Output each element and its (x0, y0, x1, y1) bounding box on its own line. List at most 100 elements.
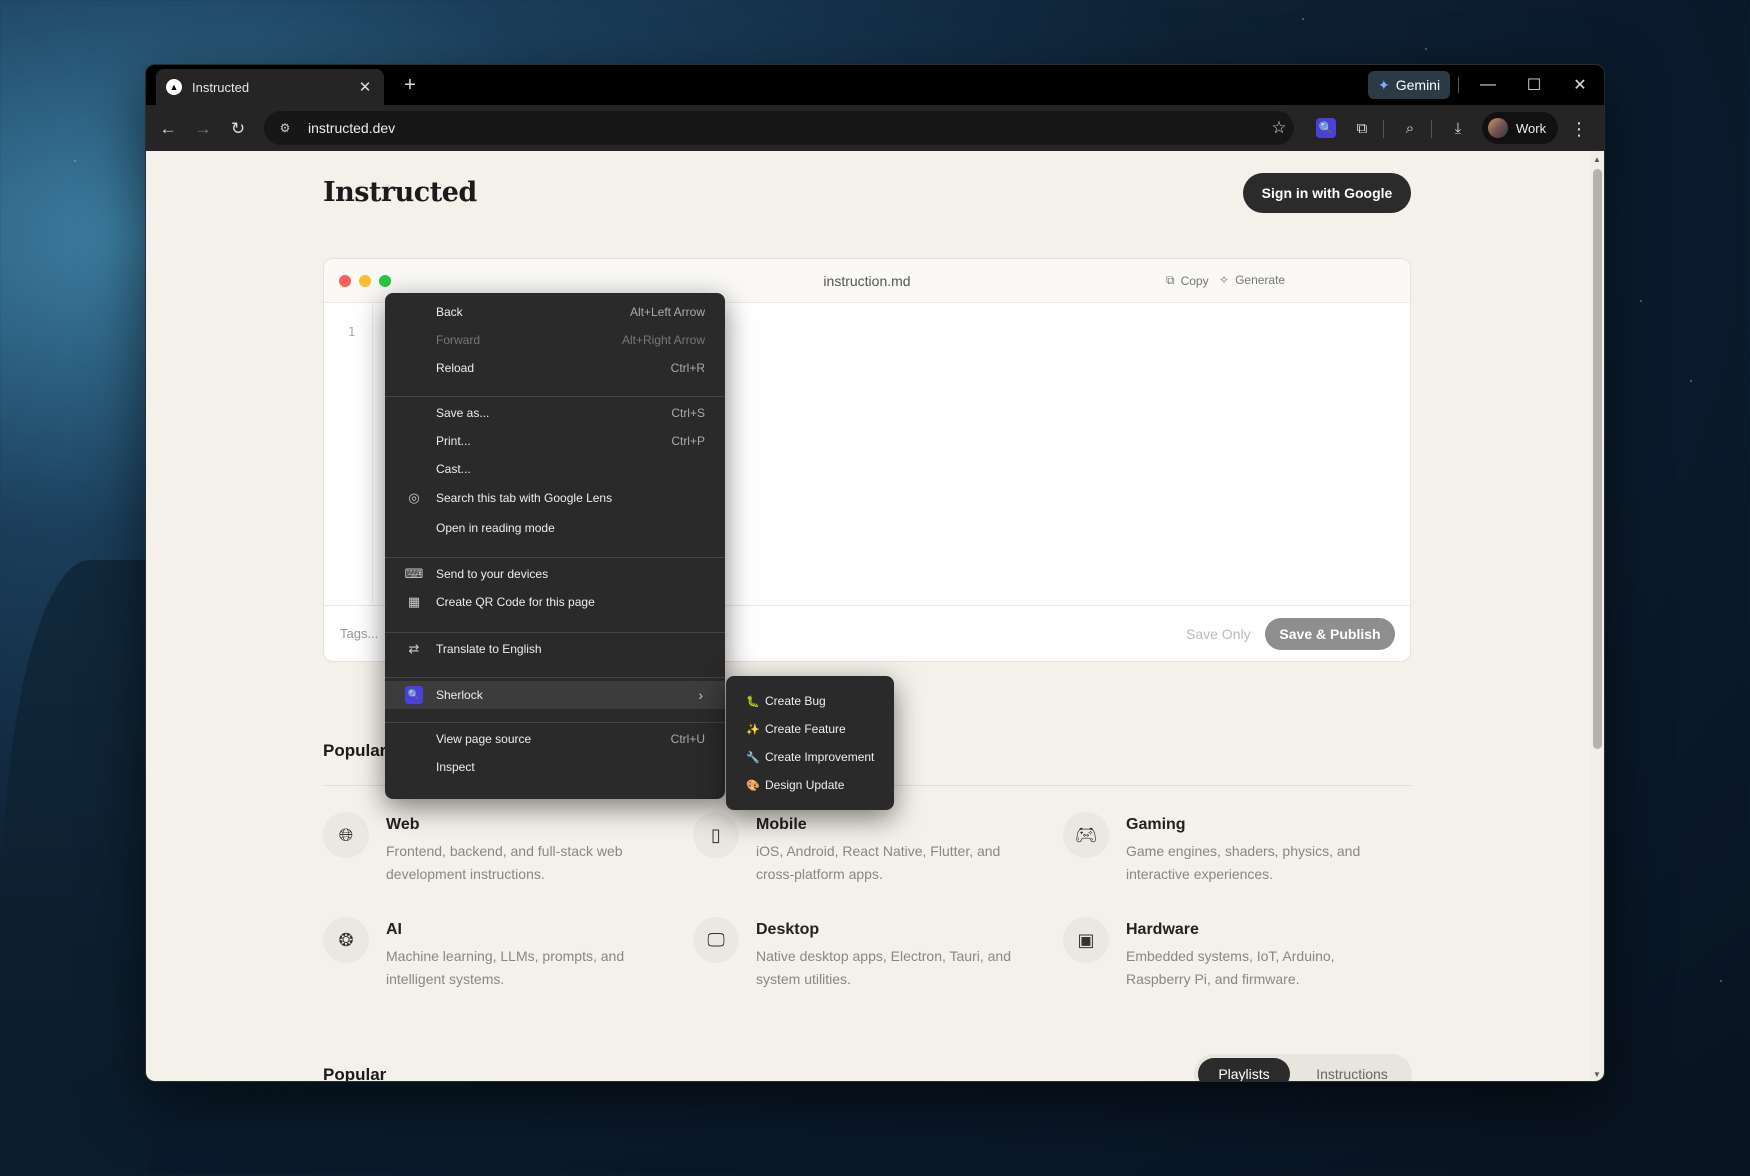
new-tab-button[interactable]: + (398, 73, 422, 97)
menu-item-label: Cast... (436, 462, 471, 476)
close-window-button[interactable]: ✕ (1560, 71, 1600, 99)
scroll-down-arrow-icon[interactable]: ▼ (1593, 1070, 1601, 1079)
tabstrip-divider (1458, 77, 1459, 93)
menu-item-inspect[interactable]: Inspect (385, 754, 725, 780)
translate-icon: ⇄ (408, 641, 420, 656)
toggle-playlists[interactable]: Playlists (1198, 1058, 1290, 1081)
forward-button[interactable]: → (189, 115, 217, 143)
menu-item-label: Translate to English (436, 642, 542, 656)
minimize-button[interactable]: — (1468, 71, 1508, 99)
menu-item-reload[interactable]: Reload Ctrl+R (385, 355, 725, 381)
gemini-sparkle-icon: ✦ (1378, 76, 1390, 93)
scrollbar-thumb[interactable] (1593, 169, 1602, 749)
toggle-instructions[interactable]: Instructions (1298, 1058, 1406, 1081)
menu-item-label: Reload (436, 361, 475, 375)
menu-item-view-source[interactable]: View page source Ctrl+U (385, 726, 725, 752)
category-web[interactable]: 🌐︎ Web Frontend, backend, and full-stack… (323, 812, 663, 892)
qr-code-icon: ▦ (407, 594, 421, 609)
site-logo[interactable]: Instructed (323, 177, 477, 208)
submenu-item-create-improvement[interactable]: 🔧 Create Improvement (726, 744, 894, 770)
tab-instructed[interactable]: ▲ Instructed ✕ (156, 69, 384, 105)
menu-item-label: Inspect (436, 760, 475, 774)
maximize-button[interactable]: ☐ (1514, 71, 1554, 99)
menu-item-send-to-devices[interactable]: ⌨ Send to your devices (385, 561, 725, 587)
menu-item-qr-code[interactable]: ▦ Create QR Code for this page (385, 589, 725, 615)
chip-icon: ▣ (1063, 917, 1109, 963)
back-button[interactable]: ← (154, 115, 182, 143)
submenu-item-create-feature[interactable]: ✨ Create Feature (726, 716, 894, 742)
site-settings-icon[interactable]: ⚙ (274, 117, 296, 139)
sparkles-icon: ✨ (746, 723, 760, 736)
copy-button[interactable]: ⧉ Copy (1166, 273, 1209, 288)
sign-in-google-button[interactable]: Sign in with Google (1243, 173, 1411, 213)
reload-button[interactable]: ↻ (224, 115, 252, 143)
save-only-button[interactable]: Save Only (1186, 626, 1251, 642)
tags-input[interactable]: Tags... (340, 626, 378, 641)
browser-menu-icon[interactable]: ⋮ (1566, 115, 1592, 143)
bookmark-star-icon[interactable]: ☆ (1264, 118, 1294, 138)
category-name: Gaming (1126, 816, 1186, 833)
phone-icon: ▯ (693, 812, 739, 858)
category-name: Mobile (756, 816, 807, 833)
profile-button[interactable]: Work (1482, 112, 1559, 144)
menu-item-google-lens[interactable]: ◎ Search this tab with Google Lens (385, 485, 725, 511)
extensions-puzzle-icon[interactable]: ⧉ (1348, 114, 1376, 142)
context-menu: Back Alt+Left Arrow Forward Alt+Right Ar… (385, 293, 725, 799)
menu-item-cast[interactable]: Cast... (385, 456, 725, 482)
page-content: Instructed Sign in with Google instructi… (146, 151, 1589, 1081)
menu-item-print[interactable]: Print... Ctrl+P (385, 428, 725, 454)
submenu-item-create-bug[interactable]: 🐛 Create Bug (726, 688, 894, 714)
menu-item-forward[interactable]: Forward Alt+Right Arrow (385, 327, 725, 353)
tab-search-icon[interactable]: ⌕ (1396, 114, 1424, 142)
category-gaming[interactable]: 🎮︎ Gaming Game engines, shaders, physics… (1063, 812, 1403, 892)
copy-icon: ⧉ (1166, 273, 1175, 287)
menu-item-label: View page source (436, 732, 532, 746)
gemini-button[interactable]: ✦ Gemini (1368, 71, 1451, 99)
close-tab-icon[interactable]: ✕ (356, 78, 374, 96)
copy-label: Copy (1180, 273, 1209, 288)
generate-label: Generate (1235, 273, 1286, 287)
category-ai[interactable]: ❂ AI Machine learning, LLMs, prompts, an… (323, 917, 663, 997)
menu-item-label: Create QR Code for this page (436, 595, 595, 609)
wrench-icon: 🔧 (746, 751, 760, 764)
menu-separator (385, 677, 725, 678)
menu-item-label: Open in reading mode (436, 521, 555, 535)
sparkle-icon: ✧ (1219, 273, 1230, 287)
menu-item-sherlock[interactable]: 🔍 Sherlock › (385, 681, 725, 709)
menu-item-shortcut: Alt+Right Arrow (621, 333, 705, 347)
menu-item-label: Sherlock (436, 688, 483, 702)
section-title-categories: Popular (323, 741, 387, 760)
scroll-up-arrow-icon[interactable]: ▲ (1593, 155, 1601, 164)
favicon-icon: ▲ (166, 79, 182, 95)
menu-item-shortcut: Ctrl+S (671, 406, 705, 420)
google-lens-icon: ◎ (408, 490, 420, 505)
category-mobile[interactable]: ▯ Mobile iOS, Android, React Native, Flu… (693, 812, 1033, 892)
palette-icon: 🎨 (746, 779, 760, 792)
menu-item-label: Save as... (436, 406, 490, 420)
generate-button[interactable]: ✧ Generate (1219, 273, 1285, 287)
browser-window: ▲ Instructed ✕ + ✦ Gemini — ☐ ✕ ← → ↻ ⚙ … (145, 64, 1605, 1082)
menu-item-label: Search this tab with Google Lens (436, 491, 613, 505)
submenu-item-design-update[interactable]: 🎨 Design Update (726, 772, 894, 798)
menu-item-back[interactable]: Back Alt+Left Arrow (385, 299, 725, 325)
menu-item-reading-mode[interactable]: Open in reading mode (385, 515, 725, 541)
submenu-item-label: Create Bug (765, 694, 826, 708)
menu-item-shortcut: Ctrl+R (670, 361, 705, 375)
menu-item-translate[interactable]: ⇄ Translate to English (385, 636, 725, 662)
save-publish-button[interactable]: Save & Publish (1265, 618, 1395, 650)
category-desktop[interactable]: 🖵︎ Desktop Native desktop apps, Electron… (693, 917, 1033, 997)
background-hill (0, 560, 150, 1176)
sherlock-extension-icon[interactable]: 🔍 (1316, 118, 1336, 138)
category-hardware[interactable]: ▣ Hardware Embedded systems, IoT, Arduin… (1063, 917, 1403, 997)
address-bar[interactable]: ⚙ instructed.dev ☆ (264, 111, 1294, 145)
category-description: Frontend, backend, and full-stack web de… (386, 843, 623, 882)
category-name: Desktop (756, 921, 820, 938)
monitor-icon: 🖵︎ (693, 917, 739, 963)
category-description: Game engines, shaders, physics, and inte… (1126, 843, 1361, 882)
page-scrollbar[interactable]: ▲ ▼ (1589, 151, 1604, 1081)
download-icon[interactable]: ⤓ (1444, 114, 1472, 142)
line-number: 1 (348, 325, 356, 339)
submenu-item-label: Create Improvement (765, 750, 875, 764)
content-type-toggle: Playlists Instructions (1194, 1054, 1412, 1081)
menu-item-save-as[interactable]: Save as... Ctrl+S (385, 400, 725, 426)
